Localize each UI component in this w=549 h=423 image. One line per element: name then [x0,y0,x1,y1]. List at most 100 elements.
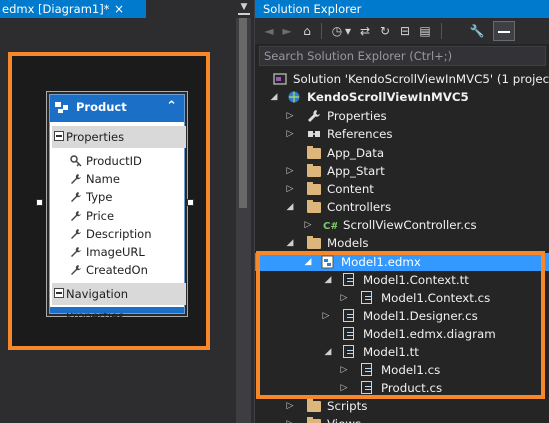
property-row[interactable]: ProductID [50,152,184,170]
collapse-chevron-icon[interactable]: ⌃ [166,97,177,117]
collapsed-arrow-icon[interactable]: ▷ [339,379,349,397]
wrench-icon [308,110,320,122]
wrench-icon [71,192,81,203]
tree-item-model1-context-tt[interactable]: ◢ Model1.Context.tt [255,271,549,289]
wrench-icon [71,174,81,185]
resize-handle-right[interactable] [187,199,194,206]
collapsed-arrow-icon[interactable]: ▷ [285,397,295,415]
tree-item-references[interactable]: ▷ References [255,125,549,143]
tree-item-controllers[interactable]: ◢ Controllers [255,198,549,216]
close-icon[interactable]: × [112,0,126,18]
entity-header[interactable]: Product ⌃ [50,95,184,122]
collapsed-arrow-icon[interactable]: ▷ [285,107,295,125]
collapse-toggle-icon[interactable] [54,131,64,141]
tree-item-label: Model1.Designer.cs [363,309,478,323]
document-tab[interactable]: edmx [Diagram1]* × [0,0,146,18]
tree-item-model1-tt[interactable]: ◢ Model1.tt [255,343,549,361]
collapsed-arrow-icon[interactable]: ▷ [285,162,295,180]
tree-item-label: Model1.tt [363,345,419,359]
tree-item-scrollviewcontroller[interactable]: ▷ C# ScrollViewController.cs [255,216,549,234]
scrollbar-thumb[interactable] [239,18,247,208]
tree-item-label: Model1.cs [381,363,441,377]
collapsed-arrow-icon[interactable]: ▷ [285,180,295,198]
expanded-arrow-icon[interactable]: ◢ [303,253,313,271]
collapse-toggle-icon[interactable] [54,288,64,298]
property-row[interactable]: Type [50,188,184,206]
back-icon[interactable]: ◄ [261,23,277,39]
expanded-arrow-icon[interactable]: ◢ [269,88,279,106]
folder-icon [307,146,321,159]
navigation-section-header[interactable]: Navigation Properties [52,283,186,323]
property-row[interactable]: Price [50,207,184,225]
document-tab-title: edmx [Diagram1]* [2,2,110,16]
folder-icon [307,200,321,213]
code-file-icon [361,381,372,394]
expanded-arrow-icon[interactable]: ◢ [285,234,295,252]
collapse-all-icon[interactable]: ⊟ [397,23,413,39]
collapsed-arrow-icon[interactable]: ▷ [303,216,313,234]
tree-item-project[interactable]: ◢ KendoScrollViewInMVC5 [255,88,549,106]
tree-item-label: Properties [327,109,387,123]
property-name: CreatedOn [86,263,148,278]
tree-item-views[interactable]: ▷ Views [255,415,549,423]
expanded-arrow-icon[interactable]: ◢ [285,198,295,216]
sync-icon[interactable]: ⇄ [357,23,373,39]
tree-item-properties[interactable]: ▷ Properties [255,107,549,125]
collapsed-arrow-icon[interactable]: ▷ [339,289,349,307]
tree-item-product-cs[interactable]: ▷ Product.cs [255,379,549,397]
tree-item-models[interactable]: ◢ Models [255,234,549,252]
toolbar-separator [321,23,322,39]
tree-item-label: Content [327,182,374,196]
tree-item-app-start[interactable]: ▷ App_Start [255,162,549,180]
refresh-icon[interactable]: ↻ [377,23,393,39]
property-row[interactable]: Description [50,225,184,243]
tree-item-label: Model1.edmx [341,255,421,269]
diagram-file-icon [343,327,354,340]
property-row[interactable]: Name [50,170,184,188]
home-icon[interactable]: ⌂ [299,23,315,39]
tree-item-label: Product.cs [381,381,443,395]
tree-item-label: Solution 'KendoScrollViewInMVC5' (1 proj… [293,72,549,86]
show-all-files-icon[interactable]: ▤ [417,23,433,39]
document-tab-bar: edmx [Diagram1]* × ▼ [0,0,254,18]
tree-item-solution[interactable]: Solution 'KendoScrollViewInMVC5' (1 proj… [255,70,549,88]
tree-item-scripts[interactable]: ▷ Scripts [255,397,549,415]
collapsed-arrow-icon[interactable]: ▷ [339,361,349,379]
web-project-icon [288,91,300,103]
property-list: ProductID Name Type Price Description Im… [50,152,184,279]
search-input[interactable]: Search Solution Explorer (Ctrl+;) [259,46,546,66]
tree-item-model1-cs[interactable]: ▷ Model1.cs [255,361,549,379]
code-file-icon [361,291,372,304]
tree-item-label: Scripts [327,399,368,413]
navigation-section-label: Navigation Properties [66,287,129,323]
collapsed-arrow-icon[interactable]: ▷ [285,415,295,423]
tree-item-model1-context-cs[interactable]: ▷ Model1.Context.cs [255,289,549,307]
entity-body: Product ⌃ Properties ProductID Name Type… [49,94,186,323]
tree-item-model1-edmx[interactable]: ◢ Model1.edmx [255,253,549,271]
tree-item-label: Controllers [327,200,392,214]
resize-handle-left[interactable] [36,199,43,206]
entity-title: Product [76,100,127,114]
forward-icon[interactable]: ► [279,23,295,39]
collapsed-arrow-icon[interactable]: ▷ [321,307,331,325]
expanded-arrow-icon[interactable]: ◢ [323,271,333,289]
expanded-arrow-icon[interactable]: ◢ [323,343,333,361]
wrench-icon[interactable]: 🔧 [469,23,485,39]
tree-item-label: Model1.Context.cs [381,291,491,305]
tree-item-model1-designer-cs[interactable]: ▷ Model1.Designer.cs [255,307,549,325]
designer-vertical-scrollbar[interactable] [236,18,251,423]
tree-item-app-data[interactable]: App_Data [255,144,549,162]
chevron-down-icon[interactable]: ▾ [343,23,353,39]
tree-item-model1-edmx-diagram[interactable]: Model1.edmx.diagram [255,325,549,343]
wrench-icon [71,228,81,239]
tree-item-content[interactable]: ▷ Content [255,180,549,198]
property-row[interactable]: ImageURL [50,243,184,261]
preview-toggle-icon[interactable] [493,21,515,41]
tab-dropdown-icon[interactable]: ▼ [238,1,250,15]
product-entity-shape[interactable]: Product ⌃ Properties ProductID Name Type… [46,91,188,323]
property-row[interactable]: CreatedOn [50,261,184,279]
toolbar-separator [441,23,442,39]
collapsed-arrow-icon[interactable]: ▷ [285,125,295,143]
properties-section-header[interactable]: Properties [52,126,186,148]
entity-footer [50,307,184,313]
